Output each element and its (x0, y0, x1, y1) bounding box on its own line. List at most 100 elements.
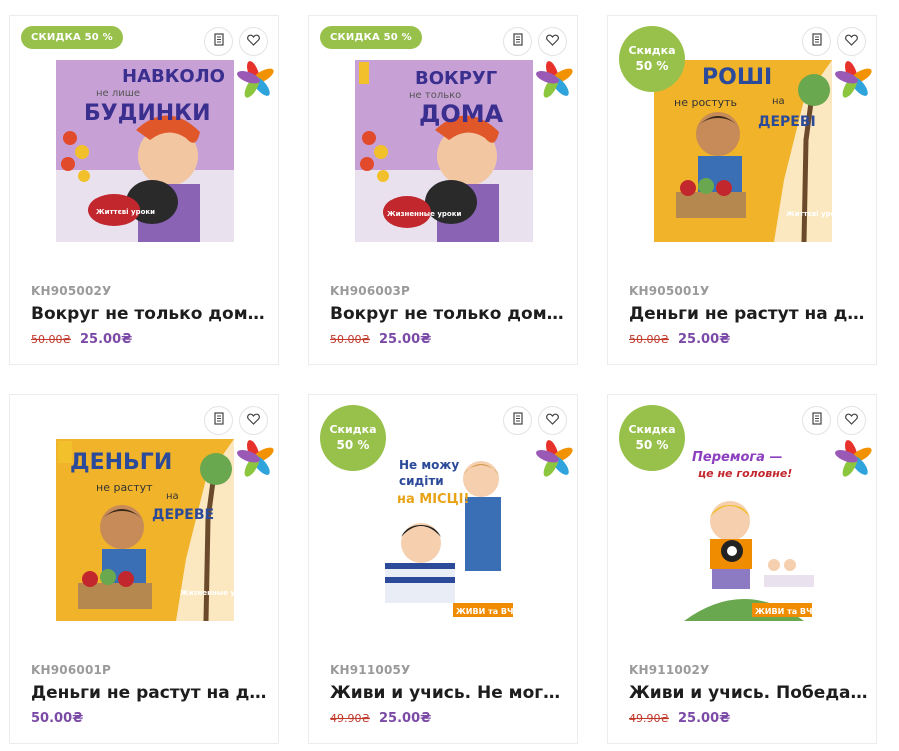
discount-badge-label: Скидка (628, 43, 676, 57)
svg-text:РОШІ: РОШІ (702, 65, 772, 90)
heart-icon (845, 33, 858, 51)
svg-text:ДЕРЕВЕ: ДЕРЕВЕ (152, 507, 214, 523)
discount-badge: Скидка 50 % (619, 405, 685, 471)
product-sku: KH911002У (629, 663, 710, 677)
discount-badge: Скидка 50 % (619, 26, 685, 92)
svg-text:на: на (772, 96, 785, 107)
svg-text:це не головне!: це не головне! (698, 467, 792, 480)
product-title[interactable]: Живи и учись. Не могу ... (330, 682, 570, 704)
product-card[interactable]: СКИДКА 50 % ВОКРУГ не только ДОМА Жизнен… (308, 15, 578, 365)
svg-text:Перемога —: Перемога — (692, 450, 782, 465)
old-price: 49.90₴ (629, 712, 670, 725)
svg-text:ДЕРЕВІ: ДЕРЕВІ (758, 114, 816, 130)
wishlist-button[interactable] (538, 406, 567, 435)
compare-button[interactable] (802, 406, 831, 435)
book-cover-image[interactable]: ДЕНЬГИ не растут на ДЕРЕВЕ Жизненные уро… (56, 439, 234, 621)
wishlist-button[interactable] (837, 406, 866, 435)
svg-text:не растут: не растут (96, 481, 153, 494)
brand-hands-logo (236, 439, 276, 479)
svg-text:БУДИНКИ: БУДИНКИ (84, 101, 211, 126)
svg-text:Жизненные уроки: Жизненные уроки (180, 589, 234, 597)
document-list-icon (512, 411, 524, 430)
wishlist-button[interactable] (837, 27, 866, 56)
product-card[interactable]: Скидка 50 % Не можу сидіти на МІСЦІ! ЖИВ… (308, 394, 578, 744)
svg-text:Життєві уроки: Життєві уроки (786, 210, 832, 218)
brand-hands-logo (834, 60, 874, 100)
discount-badge: СКИДКА 50 % (21, 26, 123, 49)
discount-badge-value: 50 % (336, 437, 370, 452)
svg-text:Жизненные уроки: Жизненные уроки (387, 210, 461, 218)
svg-text:ВОКРУГ: ВОКРУГ (415, 68, 497, 89)
wishlist-button[interactable] (239, 406, 268, 435)
product-sku: KH906003Р (330, 284, 411, 298)
svg-text:ДОМА: ДОМА (419, 100, 504, 128)
book-cover-image[interactable]: ВОКРУГ не только ДОМА Жизненные уроки (355, 60, 533, 242)
old-price: 50.00₴ (629, 333, 670, 346)
svg-text:на МІСЦІ!: на МІСЦІ! (397, 492, 469, 507)
document-list-icon (213, 32, 225, 51)
price-block: 49.90₴ 25.00₴ (330, 711, 431, 727)
discount-badge: СКИДКА 50 % (320, 26, 422, 49)
price-block: 50.00₴ 25.00₴ (330, 332, 431, 348)
svg-text:не ростуть: не ростуть (674, 96, 737, 109)
document-list-icon (811, 32, 823, 51)
discount-badge: Скидка 50 % (320, 405, 386, 471)
svg-text:ЖИВИ та ВЧИСЬ: ЖИВИ та ВЧИСЬ (456, 607, 532, 616)
svg-text:Не можу: Не можу (399, 458, 459, 472)
discount-badge-label: Скидка (329, 422, 377, 436)
wishlist-button[interactable] (239, 27, 268, 56)
current-price: 50.00₴ (31, 711, 84, 726)
product-sku: KH911005У (330, 663, 411, 677)
product-grid: СКИДКА 50 % НАВКОЛО не лише БУДИНКИ Житт… (0, 0, 899, 751)
product-sku: KH905001У (629, 284, 710, 298)
price-block: 50.00₴ (31, 711, 83, 727)
svg-text:не лише: не лише (96, 88, 140, 99)
current-price: 25.00₴ (80, 332, 133, 347)
heart-icon (845, 412, 858, 430)
book-cover-image[interactable]: НАВКОЛО не лише БУДИНКИ Життєві уроки (56, 60, 234, 242)
product-title[interactable]: Вокруг не только дома... (31, 303, 271, 325)
discount-badge-value: 50 % (635, 437, 669, 452)
compare-button[interactable] (503, 27, 532, 56)
book-cover-image[interactable]: Не можу сидіти на МІСЦІ! ЖИВИ та ВЧИСЬ (355, 439, 533, 621)
svg-text:ЖИВИ та ВЧИСЬ: ЖИВИ та ВЧИСЬ (755, 607, 831, 616)
svg-text:НАВКОЛО: НАВКОЛО (122, 66, 225, 87)
brand-hands-logo (535, 60, 575, 100)
product-title[interactable]: Деньги не растут на де... (31, 682, 271, 704)
document-list-icon (811, 411, 823, 430)
book-cover-image[interactable]: РОШІ не ростуть на ДЕРЕВІ Життєві уроки (654, 60, 832, 242)
product-sku: KH905002У (31, 284, 112, 298)
price-block: 50.00₴ 25.00₴ (31, 332, 132, 348)
compare-button[interactable] (503, 406, 532, 435)
svg-text:Життєві уроки: Життєві уроки (96, 208, 155, 216)
brand-hands-logo (236, 60, 276, 100)
product-title[interactable]: Живи и учись. Победа-... (629, 682, 869, 704)
old-price: 49.90₴ (330, 712, 371, 725)
product-title[interactable]: Вокруг не только дома... (330, 303, 570, 325)
discount-badge-label: Скидка (628, 422, 676, 436)
product-card[interactable]: Скидка 50 % РОШІ не ростуть на ДЕРЕВІ Жи… (607, 15, 877, 365)
svg-text:сидіти: сидіти (399, 474, 444, 488)
book-cover-image[interactable]: Перемога — це не головне! ЖИВИ та ВЧИСЬ (654, 439, 832, 621)
current-price: 25.00₴ (678, 711, 731, 726)
compare-button[interactable] (802, 27, 831, 56)
heart-icon (546, 33, 559, 51)
document-list-icon (213, 411, 225, 430)
compare-button[interactable] (204, 27, 233, 56)
old-price: 50.00₴ (330, 333, 371, 346)
compare-button[interactable] (204, 406, 233, 435)
product-card[interactable]: СКИДКА 50 % НАВКОЛО не лише БУДИНКИ Житт… (9, 15, 279, 365)
current-price: 25.00₴ (678, 332, 731, 347)
old-price: 50.00₴ (31, 333, 72, 346)
heart-icon (247, 412, 260, 430)
brand-hands-logo (535, 439, 575, 479)
product-title[interactable]: Деньги не растут на де... (629, 303, 869, 325)
svg-text:ДЕНЬГИ: ДЕНЬГИ (70, 450, 172, 475)
wishlist-button[interactable] (538, 27, 567, 56)
brand-hands-logo (834, 439, 874, 479)
product-card[interactable]: ДЕНЬГИ не растут на ДЕРЕВЕ Жизненные уро… (9, 394, 279, 744)
product-card[interactable]: Скидка 50 % Перемога — це не головне! ЖИ… (607, 394, 877, 744)
svg-text:на: на (166, 491, 179, 502)
price-block: 49.90₴ 25.00₴ (629, 711, 730, 727)
product-sku: KH906001Р (31, 663, 112, 677)
